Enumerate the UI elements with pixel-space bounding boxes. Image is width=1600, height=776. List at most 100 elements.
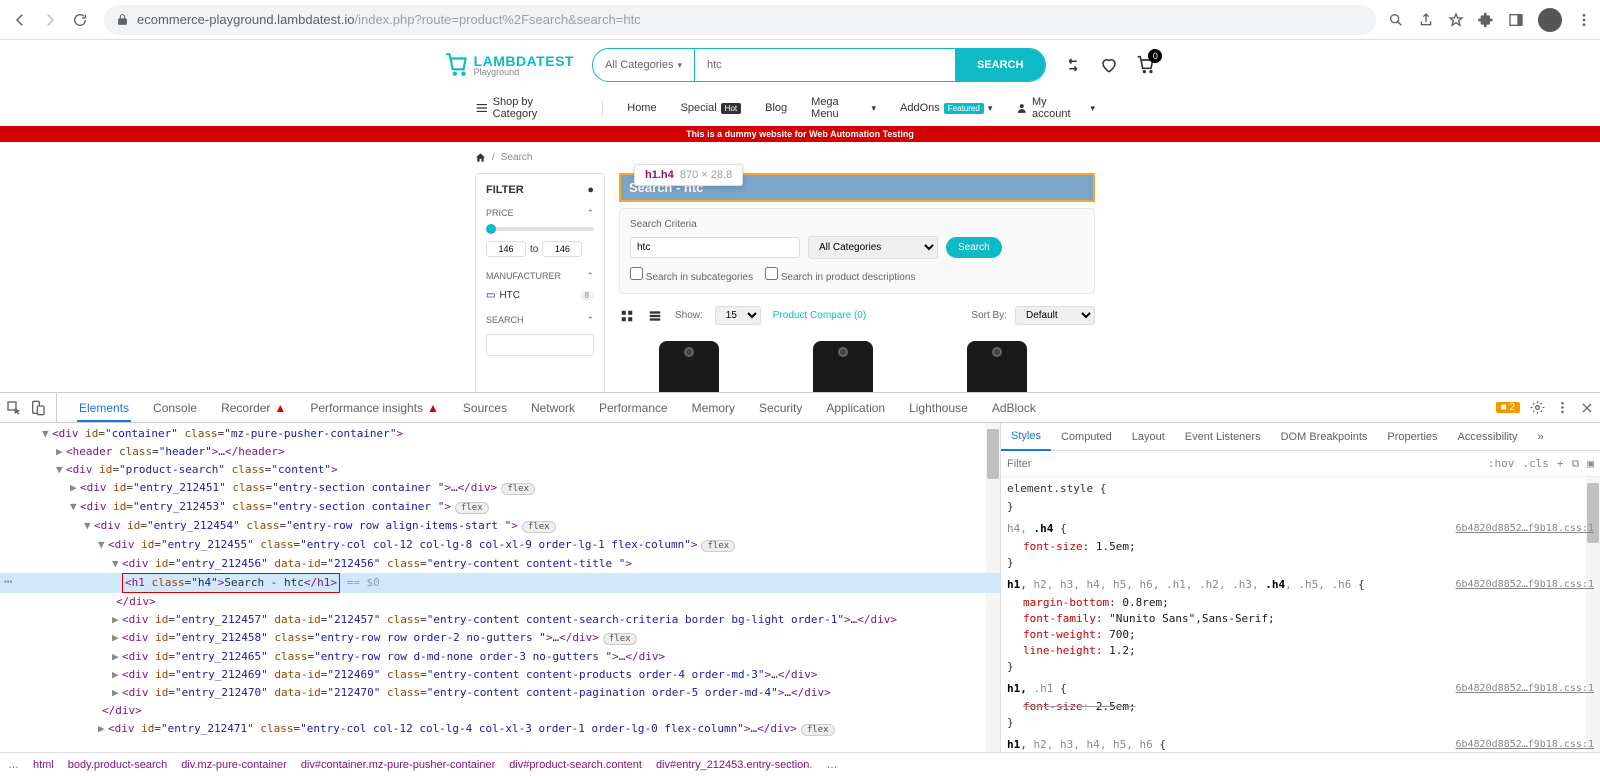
header-icons: 0 bbox=[1064, 55, 1156, 75]
device-toggle-icon[interactable] bbox=[30, 400, 46, 416]
tab-network[interactable]: Network bbox=[529, 393, 577, 422]
tab-memory[interactable]: Memory bbox=[690, 393, 737, 422]
inspect-icon[interactable] bbox=[6, 400, 22, 416]
cls-toggle[interactable]: .cls bbox=[1522, 457, 1549, 471]
filter-search-title[interactable]: SEARCH⌃ bbox=[486, 315, 594, 326]
tab-application[interactable]: Application bbox=[824, 393, 887, 422]
star-icon[interactable] bbox=[1448, 12, 1464, 28]
cart-badge: 0 bbox=[1148, 49, 1162, 63]
more-icon[interactable] bbox=[1555, 400, 1570, 415]
price-max[interactable] bbox=[542, 241, 582, 257]
menu-shop-by-category[interactable]: Shop by Category bbox=[475, 96, 578, 120]
stab-props[interactable]: Properties bbox=[1377, 423, 1447, 450]
show-select[interactable]: 15 bbox=[715, 306, 761, 325]
bc-item[interactable]: body.product-search bbox=[68, 759, 167, 771]
compare-icon[interactable] bbox=[1064, 56, 1082, 74]
product-card[interactable] bbox=[927, 341, 1067, 392]
styles-body[interactable]: element.style { } 6b4820d8852…f9b18.css:… bbox=[1001, 477, 1600, 752]
url-bar[interactable]: ecommerce-playground.lambdatest.io/index… bbox=[104, 5, 1376, 35]
zoom-icon[interactable] bbox=[1388, 12, 1404, 28]
bc-dots[interactable]: … bbox=[8, 759, 19, 771]
grid-view-icon[interactable] bbox=[619, 308, 635, 324]
criteria-search-button[interactable]: Search bbox=[946, 237, 1002, 258]
stab-events[interactable]: Event Listeners bbox=[1175, 423, 1271, 450]
wishlist-icon[interactable] bbox=[1100, 56, 1118, 74]
filter-header[interactable]: FILTER ● bbox=[486, 184, 594, 196]
gear-icon[interactable] bbox=[1530, 400, 1545, 415]
forward-button[interactable] bbox=[38, 8, 62, 32]
menu-account[interactable]: My account ▾ bbox=[1016, 96, 1095, 120]
extensions-icon[interactable] bbox=[1478, 12, 1494, 28]
profile-avatar[interactable] bbox=[1538, 8, 1562, 32]
compare-link[interactable]: Product Compare (0) bbox=[773, 310, 866, 321]
price-min[interactable] bbox=[486, 241, 526, 257]
menu-special[interactable]: SpecialHot bbox=[681, 102, 742, 114]
sidepanel-icon[interactable] bbox=[1508, 12, 1524, 28]
styles-filter-input[interactable] bbox=[1007, 458, 1480, 470]
computed-toggle-icon[interactable]: ⧉ bbox=[1572, 457, 1580, 471]
product-card[interactable] bbox=[619, 341, 759, 392]
tab-adblock[interactable]: AdBlock bbox=[990, 393, 1038, 422]
mfr-item-htc[interactable]: ▭ HTC 8 bbox=[486, 290, 594, 301]
back-button[interactable] bbox=[8, 8, 32, 32]
tab-security[interactable]: Security bbox=[757, 393, 804, 422]
box-model-icon[interactable]: ▣ bbox=[1587, 457, 1594, 471]
logo[interactable]: LAMBDATESTPlayground bbox=[444, 52, 574, 78]
criteria-category[interactable]: All Categories bbox=[808, 236, 938, 259]
issues-badge[interactable]: ■ 2 bbox=[1496, 402, 1520, 413]
stab-more[interactable]: » bbox=[1527, 423, 1553, 450]
menu-addons[interactable]: AddOnsFeatured ▾ bbox=[900, 102, 992, 114]
bc-item[interactable]: div.mz-pure-container bbox=[181, 759, 287, 771]
stab-computed[interactable]: Computed bbox=[1051, 423, 1122, 450]
elements-breadcrumb[interactable]: … html body.product-search div.mz-pure-c… bbox=[0, 752, 1600, 776]
list-view-icon[interactable] bbox=[647, 308, 663, 324]
close-icon[interactable] bbox=[1580, 401, 1594, 415]
tab-recorder[interactable]: Recorder ▲ bbox=[219, 393, 288, 422]
share-icon[interactable] bbox=[1418, 12, 1434, 28]
filter-search-input[interactable] bbox=[486, 334, 594, 356]
bc-item[interactable]: div#entry_212453.entry-section. bbox=[656, 759, 813, 771]
hov-toggle[interactable]: :hov bbox=[1488, 457, 1515, 471]
tab-elements[interactable]: Elements bbox=[77, 393, 131, 422]
stab-layout[interactable]: Layout bbox=[1122, 423, 1175, 450]
viewport: h1.h4 870 × 28.8 LAMBDATESTPlayground Al… bbox=[0, 40, 1600, 392]
show-label: Show: bbox=[675, 310, 703, 321]
filter-price-title[interactable]: PRICE⌃ bbox=[486, 208, 594, 219]
criteria-desc-checkbox[interactable]: Search in product descriptions bbox=[765, 267, 915, 283]
search-criteria-box: Search Criteria All Categories Search Se… bbox=[619, 208, 1095, 294]
bc-item[interactable]: div#container.mz-pure-pusher-container bbox=[301, 759, 495, 771]
tab-lighthouse[interactable]: Lighthouse bbox=[907, 393, 970, 422]
price-slider[interactable] bbox=[486, 227, 594, 231]
bc-item[interactable]: div#product-search.content bbox=[509, 759, 642, 771]
menu-blog[interactable]: Blog bbox=[765, 102, 787, 114]
filter-mfr-title[interactable]: MANUFACTURER⌃ bbox=[486, 271, 594, 282]
tab-perf-insights[interactable]: Performance insights ▲ bbox=[308, 393, 441, 422]
bc-more[interactable]: … bbox=[826, 759, 837, 771]
elements-tree[interactable]: ▼<div id="container" class="mz-pure-push… bbox=[0, 423, 1000, 752]
tab-console[interactable]: Console bbox=[151, 393, 199, 422]
criteria-sub-checkbox[interactable]: Search in subcategories bbox=[630, 267, 753, 283]
search-category[interactable]: All Categories ▾ bbox=[593, 49, 695, 81]
stab-styles[interactable]: Styles bbox=[1001, 423, 1051, 451]
stab-dom[interactable]: DOM Breakpoints bbox=[1271, 423, 1378, 450]
tab-performance[interactable]: Performance bbox=[597, 393, 670, 422]
styles-scrollbar[interactable] bbox=[1586, 477, 1600, 752]
product-card[interactable] bbox=[773, 341, 913, 392]
sort-select[interactable]: Default bbox=[1015, 306, 1095, 325]
bc-item[interactable]: html bbox=[33, 759, 54, 771]
search-button[interactable]: SEARCH bbox=[955, 49, 1045, 81]
cart-button[interactable]: 0 bbox=[1136, 55, 1156, 75]
reload-button[interactable] bbox=[68, 8, 92, 32]
criteria-keyword[interactable] bbox=[630, 237, 800, 258]
breadcrumb-home[interactable] bbox=[475, 152, 486, 163]
selected-element-line[interactable]: ⋯<h1 class="h4">Search - htc</h1> == $0 bbox=[0, 573, 1000, 593]
menu-icon[interactable] bbox=[1576, 12, 1592, 28]
menu-home[interactable]: Home bbox=[627, 102, 656, 114]
menu-mega[interactable]: Mega Menu ▾ bbox=[811, 96, 876, 120]
new-rule-icon[interactable]: + bbox=[1557, 457, 1564, 471]
breadcrumb-current: Search bbox=[501, 152, 533, 163]
stab-a11y[interactable]: Accessibility bbox=[1448, 423, 1528, 450]
tab-sources[interactable]: Sources bbox=[461, 393, 509, 422]
site-header: LAMBDATESTPlayground All Categories ▾ SE… bbox=[0, 40, 1600, 90]
search-input[interactable] bbox=[695, 59, 955, 71]
